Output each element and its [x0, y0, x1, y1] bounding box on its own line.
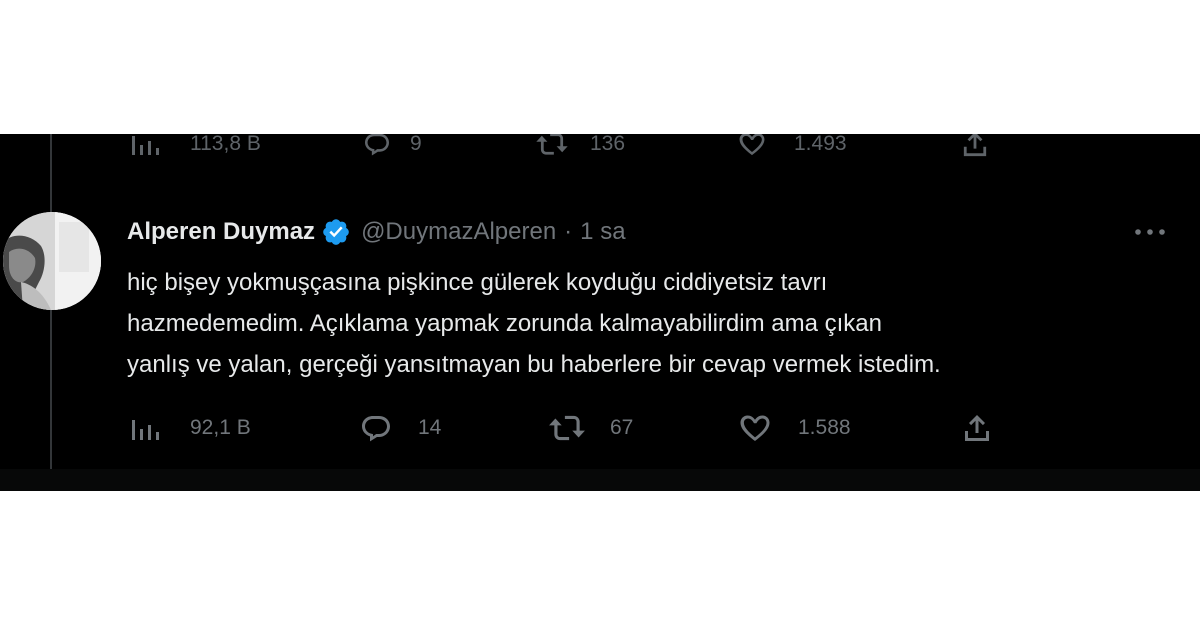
- tweet-thread-screenshot: 113,8 B 9 136 1.493 Alperen Duymaz @Duym…: [0, 134, 1200, 491]
- reply-bubble-icon: [360, 414, 392, 442]
- author-name[interactable]: Alperen Duymaz: [127, 218, 315, 246]
- next-tweet-edge: [0, 469, 1200, 491]
- retweet-count: 136: [590, 134, 626, 155]
- avatar[interactable]: [3, 212, 101, 310]
- verified-badge-icon: [321, 217, 351, 247]
- retweet-count: 67: [610, 416, 634, 439]
- share-button[interactable]: [962, 414, 992, 442]
- like-count: 1.588: [798, 416, 851, 439]
- avatar-photo: [3, 212, 101, 310]
- more-options-button[interactable]: [1130, 220, 1170, 244]
- thread-connector-line: [50, 134, 52, 491]
- reply-button[interactable]: 9: [362, 134, 534, 156]
- tweet-header: Alperen Duymaz @DuymazAlperen · 1 sa: [127, 214, 626, 250]
- like-button[interactable]: 1.493: [736, 134, 960, 156]
- header-separator: ·: [564, 218, 573, 245]
- share-upload-icon: [962, 414, 992, 442]
- reply-button[interactable]: 14: [360, 414, 548, 442]
- retweet-button[interactable]: 67: [548, 414, 738, 442]
- share-upload-icon: [960, 134, 990, 157]
- retweet-button[interactable]: 136: [534, 134, 736, 156]
- reply-count: 14: [418, 416, 442, 439]
- views-count: 113,8 B: [190, 134, 261, 155]
- author-handle[interactable]: @DuymazAlperen: [361, 218, 556, 246]
- more-dots-icon: [1135, 229, 1165, 235]
- views-chart-icon: [130, 134, 160, 156]
- views-button[interactable]: 113,8 B: [130, 134, 362, 156]
- tweet-timestamp[interactable]: 1 sa: [580, 218, 625, 246]
- retweet-arrows-icon: [548, 414, 586, 442]
- views-chart-icon: [130, 415, 160, 441]
- like-count: 1.493: [794, 134, 847, 155]
- reply-bubble-icon: [362, 134, 392, 156]
- views-button[interactable]: 92,1 B: [130, 415, 360, 441]
- heart-icon: [738, 414, 772, 442]
- previous-tweet-action-bar: 113,8 B 9 136 1.493: [130, 134, 990, 157]
- views-count: 92,1 B: [190, 416, 251, 439]
- share-button[interactable]: [960, 134, 990, 157]
- tweet-action-bar: 92,1 B 14 67 1.588: [130, 413, 992, 443]
- reply-count: 9: [410, 134, 422, 155]
- tweet-text: hiç bişey yokmuşçasına pişkince gülerek …: [127, 269, 941, 378]
- like-button[interactable]: 1.588: [738, 414, 962, 442]
- heart-icon: [736, 134, 768, 156]
- retweet-arrows-icon: [534, 134, 570, 156]
